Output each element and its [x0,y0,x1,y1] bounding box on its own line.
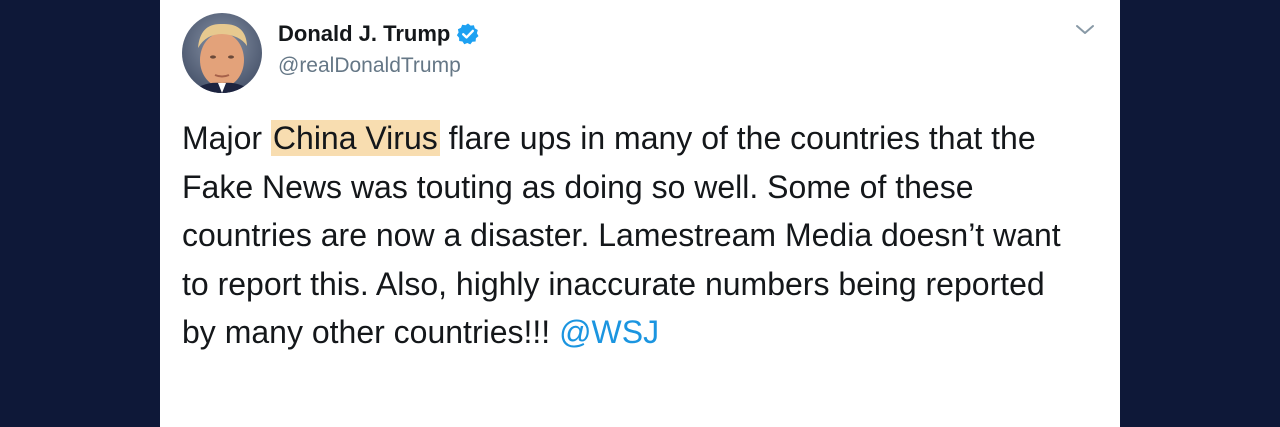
user-handle[interactable]: @realDonaldTrump [278,52,461,80]
tweet-card: Donald J. Trump @realDonaldTrump Major C… [160,0,1120,427]
display-name[interactable]: Donald J. Trump [278,20,450,48]
author-name-row: Donald J. Trump [278,20,480,48]
tweet-text: Major China Virus flare ups in many of t… [182,114,1082,357]
avatar[interactable] [182,13,262,93]
highlighted-phrase: China Virus [270,120,440,156]
mention-link[interactable]: @WSJ [559,314,659,350]
tweet-text-start: Major [182,120,271,156]
verified-badge-icon [456,22,480,46]
chevron-down-icon[interactable] [1074,22,1096,38]
profile-photo [182,13,262,93]
